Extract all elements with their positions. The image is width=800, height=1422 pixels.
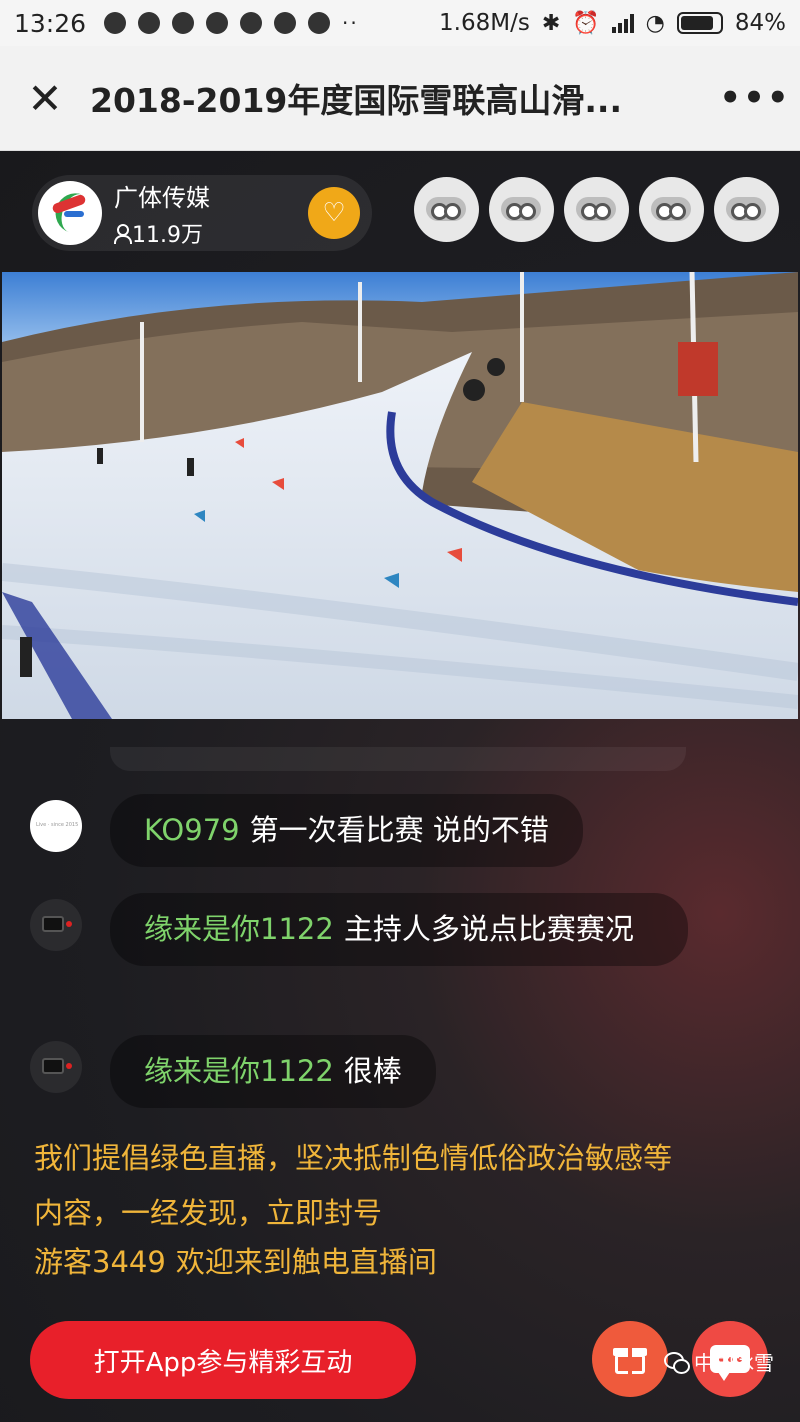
more-notifications-dots: ·· [342,11,359,35]
battery-percent: 84% [734,10,786,36]
network-speed: 1.68M/s [439,10,530,36]
chat-message: 缘来是你1122 主持人多说点比赛赛况 [30,893,688,966]
viewer-avatar[interactable] [489,177,554,242]
gift-icon [613,1344,647,1374]
guest-name: 游客3449 [34,1245,166,1279]
wifi-icon: ◔ [645,10,665,36]
ski-slope-video-frame [2,272,798,719]
host-viewer-count: 11.9万 [114,217,210,249]
chat-text: 很棒 [343,1054,402,1088]
live-room: 广体传媒 11.9万 ♡ Live · since 2015 KO979 第一次… [0,151,800,1422]
app-notification-icon [274,12,297,34]
app-notification-icon [240,12,263,34]
chat-bubble: 缘来是你1122 很棒 [110,1035,436,1108]
watermark-text: 中国冰雪 [694,1351,774,1375]
chat-text: 主持人多说点比赛赛况 [343,912,634,946]
viewer-avatar[interactable] [714,177,779,242]
host-avatar[interactable] [38,181,102,245]
open-app-button[interactable]: 打开App参与精彩互动 [30,1321,416,1399]
gift-button[interactable] [592,1321,668,1397]
app-notification-icon [308,12,331,34]
bear-app-icon [172,12,195,34]
welcome-message: 游客3449 欢迎来到触电直播间 [34,1239,437,1281]
chat-message: 缘来是你1122 很棒 [30,1035,436,1108]
viewer-avatar[interactable] [639,177,704,242]
status-time: 13:26 [14,8,87,38]
chat-user-avatar[interactable]: Live · since 2015 [30,800,82,852]
viewer-avatar[interactable] [414,177,479,242]
viewer-avatar[interactable] [564,177,629,242]
chat-message-faded [110,747,686,771]
person-icon [114,223,132,244]
welcome-text: 欢迎来到触电直播间 [175,1245,437,1279]
chat-username[interactable]: KO979 [144,813,240,847]
title-bar: ✕ 2018-2019年度国际雪联高山滑... ••• [0,46,800,151]
chat-username[interactable]: 缘来是你1122 [144,912,334,946]
live-video-player[interactable] [2,272,798,719]
chat-user-avatar[interactable] [30,899,82,951]
chat-message: Live · since 2015 KO979 第一次看比赛 说的不错 [30,794,583,867]
host-info-pill[interactable]: 广体传媒 11.9万 ♡ [32,175,372,251]
signal-icon [611,13,634,33]
block-icon [138,12,161,34]
close-icon[interactable]: ✕ [0,46,90,151]
bluetooth-icon: ✱ [541,10,561,36]
app-notification-icon [104,12,127,34]
status-bar: 13:26 ·· 1.68M/s ✱ ⏰ ◔ 84% [0,0,800,46]
chat-text: 第一次看比赛 说的不错 [249,813,549,847]
page-title: 2018-2019年度国际雪联高山滑... [90,81,622,120]
viewer-count-text: 11.9万 [132,222,203,248]
alarm-icon: ⏰ [572,10,600,36]
viewer-avatar-list [414,177,779,242]
app-notification-icon [206,12,229,34]
host-name: 广体传媒 [114,183,210,212]
system-notice: 我们提倡绿色直播，坚决抵制色情低俗政治敏感等内容，一经发现，立即封号 [34,1141,673,1230]
battery-icon [676,12,723,34]
chat-bubble: 缘来是你1122 主持人多说点比赛赛况 [110,893,688,966]
follow-heart-icon[interactable]: ♡ [308,187,360,239]
chat-user-avatar[interactable] [30,1041,82,1093]
wechat-icon [664,1351,690,1374]
chat-bubble: KO979 第一次看比赛 说的不错 [110,794,583,867]
watermark: 中国冰雪 [664,1347,774,1376]
more-menu-button[interactable]: ••• [710,78,800,118]
chat-username[interactable]: 缘来是你1122 [144,1054,334,1088]
